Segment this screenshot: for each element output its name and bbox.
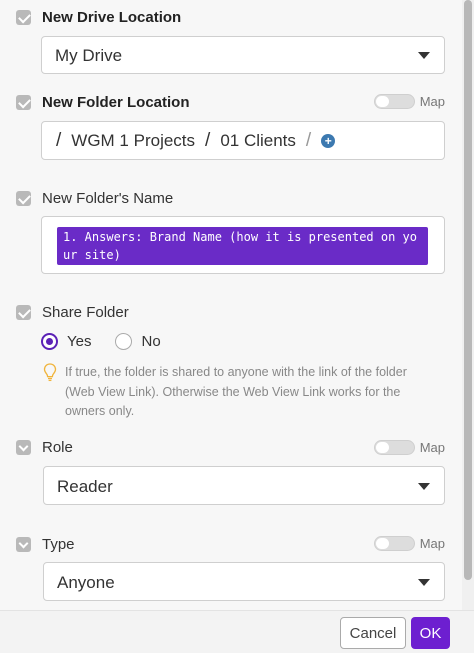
share-hint-text: If true, the folder is shared to anyone … — [65, 365, 407, 418]
path-segment[interactable]: WGM 1 Projects — [71, 131, 195, 151]
share-yes-label[interactable]: Yes — [67, 333, 91, 350]
map-toggle-folder-location[interactable]: Map — [373, 94, 445, 109]
folder-name-header: New Folder's Name — [16, 188, 173, 208]
folder-name-token[interactable]: 1. Answers: Brand Name (how it is presen… — [57, 227, 428, 265]
toggle-switch[interactable] — [373, 440, 415, 455]
chevron-down-icon — [418, 52, 430, 59]
folder-location-header: New Folder Location — [16, 92, 190, 112]
map-label: Map — [419, 94, 445, 109]
type-label: Type — [42, 535, 75, 553]
chevron-down-icon — [418, 483, 430, 490]
path-separator: / — [205, 130, 211, 151]
type-header: Type — [16, 534, 75, 554]
map-toggle-role[interactable]: Map — [373, 440, 445, 455]
lightbulb-icon — [43, 363, 57, 382]
collapse-checkbox-type[interactable] — [16, 536, 31, 552]
type-select[interactable]: Anyone — [43, 562, 445, 601]
drive-label: New Drive Location — [42, 8, 182, 26]
drive-select-value: My Drive — [55, 46, 123, 65]
ok-button[interactable]: OK — [411, 617, 450, 649]
path-separator: / — [56, 130, 62, 151]
toggle-switch[interactable] — [373, 94, 415, 109]
map-label: Map — [419, 440, 445, 455]
role-select-value: Reader — [57, 477, 113, 496]
share-header: Share Folder — [16, 302, 129, 322]
folder-location-label: New Folder Location — [42, 93, 190, 111]
share-hint: If true, the folder is shared to anyone … — [43, 363, 433, 422]
drive-header: New Drive Location — [16, 7, 181, 27]
folder-path-field[interactable]: / WGM 1 Projects / 01 Clients / + — [41, 121, 445, 160]
share-no-label[interactable]: No — [141, 333, 160, 350]
path-segment[interactable]: 01 Clients — [220, 131, 296, 151]
scrollbar-track[interactable] — [462, 0, 474, 610]
dialog-footer: Cancel OK — [0, 610, 474, 653]
add-folder-icon[interactable]: + — [321, 134, 336, 148]
map-label: Map — [419, 536, 445, 551]
collapse-checkbox-drive[interactable] — [16, 9, 31, 25]
drive-select[interactable]: My Drive — [41, 36, 445, 74]
folder-name-input[interactable]: 1. Answers: Brand Name (how it is presen… — [41, 216, 445, 274]
share-no-radio[interactable] — [115, 333, 133, 350]
collapse-checkbox-folder-location[interactable] — [16, 94, 31, 110]
role-header: Role — [16, 437, 73, 457]
share-label: Share Folder — [42, 303, 129, 321]
collapse-checkbox-role[interactable] — [16, 439, 31, 455]
folder-name-label: New Folder's Name — [42, 189, 174, 207]
collapse-checkbox-folder-name[interactable] — [16, 190, 31, 206]
cancel-button[interactable]: Cancel — [340, 617, 406, 649]
share-radio-group: Yes No — [41, 333, 185, 350]
path-separator: / — [305, 130, 312, 151]
chevron-down-icon — [418, 579, 430, 586]
toggle-switch[interactable] — [373, 536, 415, 551]
role-select[interactable]: Reader — [43, 466, 445, 505]
share-yes-radio[interactable] — [41, 333, 58, 350]
settings-panel: New Drive Location My Drive New Folder L… — [0, 0, 462, 610]
folder-path: / WGM 1 Projects / 01 Clients / + — [56, 130, 336, 152]
collapse-checkbox-share[interactable] — [16, 304, 31, 320]
map-toggle-type[interactable]: Map — [373, 536, 445, 551]
type-select-value: Anyone — [57, 573, 115, 592]
scrollbar-thumb[interactable] — [464, 0, 472, 580]
role-label: Role — [42, 438, 73, 456]
